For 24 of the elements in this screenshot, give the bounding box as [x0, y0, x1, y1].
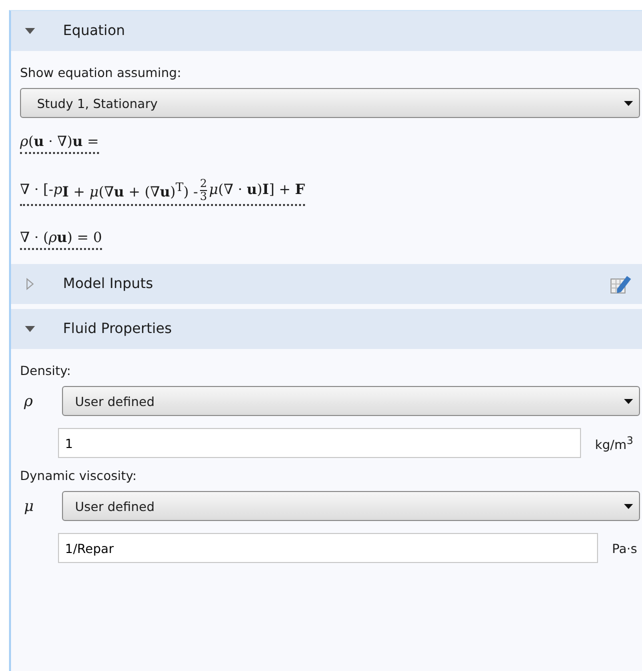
section-header[interactable]: Model Inputs: [11, 264, 642, 304]
dropdown-caret-icon: [624, 398, 633, 404]
equation: ∇ · (ρu) = 0: [20, 224, 102, 250]
equation: ρ(u · ∇)u =: [20, 128, 99, 154]
field-label: Dynamic viscosity:: [20, 467, 138, 486]
value-field[interactable]: 1: [58, 428, 581, 458]
dropdown-caret-icon: [624, 504, 633, 509]
table-pencil-icon[interactable]: [610, 273, 632, 296]
study-dropdown[interactable]: Study 1, Stationary: [20, 88, 640, 118]
unit-label: kg/m$^{3}$: [595, 434, 634, 452]
section-header[interactable]: Fluid Properties: [11, 309, 642, 350]
symbol-label: ρ: [23, 392, 34, 410]
field-label: Show equation assuming:: [20, 64, 182, 82]
field-label: Density:: [20, 362, 72, 380]
property-dropdown[interactable]: User defined: [62, 491, 640, 522]
symbol-label: μ: [23, 497, 35, 516]
section-title: Fluid Properties: [63, 321, 173, 338]
section-header[interactable]: Equation: [11, 11, 642, 51]
value-field[interactable]: 1/Repar: [58, 533, 598, 564]
property-dropdown[interactable]: User defined: [62, 386, 640, 416]
section-title: Equation: [63, 23, 126, 39]
unit-label: Pa·s: [612, 540, 638, 556]
section-title: Model Inputs: [63, 276, 154, 292]
dropdown-caret-icon: [624, 100, 633, 106]
